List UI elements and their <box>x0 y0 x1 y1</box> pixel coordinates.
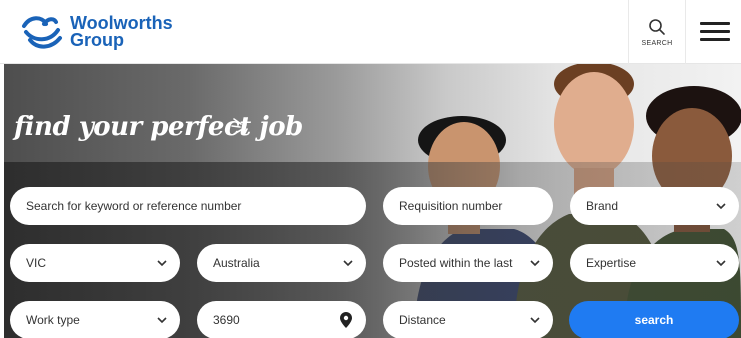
posted-within-select[interactable]: Posted within the last <box>383 244 553 282</box>
state-select-value: VIC <box>26 256 47 270</box>
chevron-down-icon <box>157 317 167 324</box>
requisition-number-input[interactable]: Requisition number <box>383 187 553 225</box>
expertise-select-value: Expertise <box>586 256 637 270</box>
sparkle-icon <box>231 118 248 135</box>
hero-headline: find your perfect job <box>14 112 303 142</box>
logo-line-2: Group <box>70 30 124 50</box>
chevron-down-icon <box>716 203 726 210</box>
search-label: SEARCH <box>641 39 673 47</box>
woolworths-group-logo[interactable]: Woolworths Group <box>20 10 173 54</box>
work-type-select[interactable]: Work type <box>10 301 180 338</box>
chevron-down-icon <box>530 260 540 267</box>
chevron-down-icon <box>343 260 353 267</box>
requisition-placeholder: Requisition number <box>399 199 503 213</box>
country-select-value: Australia <box>213 256 260 270</box>
search-icon <box>649 18 665 35</box>
expertise-select[interactable]: Expertise <box>570 244 739 282</box>
distance-select[interactable]: Distance <box>383 301 553 338</box>
country-select[interactable]: Australia <box>197 244 366 282</box>
hamburger-menu-icon[interactable] <box>700 22 730 44</box>
chevron-down-icon <box>157 260 167 267</box>
posted-select-value: Posted within the last <box>399 256 513 270</box>
location-pin-icon[interactable] <box>340 312 352 328</box>
keyword-placeholder: Search for keyword or reference number <box>26 199 242 213</box>
chevron-down-icon <box>530 317 540 324</box>
postcode-value: 3690 <box>213 313 240 327</box>
search-submit-button[interactable]: search <box>569 301 739 338</box>
woolworths-logo-icon <box>22 16 62 49</box>
distance-select-value: Distance <box>399 313 446 327</box>
keyword-search-input[interactable]: Search for keyword or reference number <box>10 187 366 225</box>
postcode-input[interactable]: 3690 <box>197 301 366 338</box>
site-header: Woolworths Group SEARCH <box>0 0 741 64</box>
brand-select-value: Brand <box>586 199 619 213</box>
brand-select[interactable]: Brand <box>570 187 739 225</box>
hero-banner: find your perfect job Search for keyword… <box>4 64 741 338</box>
state-select[interactable]: VIC <box>10 244 180 282</box>
work-type-select-value: Work type <box>26 313 80 327</box>
chevron-down-icon <box>716 260 726 267</box>
logo-wordmark: Woolworths Group <box>70 14 173 50</box>
header-search-button[interactable]: SEARCH <box>628 0 686 64</box>
